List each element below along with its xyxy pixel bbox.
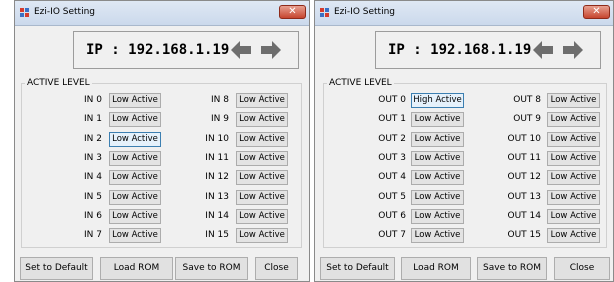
channel-label: IN 2 bbox=[84, 133, 102, 144]
group-label: ACTIVE LEVEL bbox=[327, 78, 394, 88]
set-to-default-button[interactable]: Set to Default bbox=[320, 257, 395, 280]
active-level-toggle-button[interactable]: Low Active bbox=[236, 170, 288, 186]
active-level-group: ACTIVE LEVEL IN 0 Low Active IN 1 Low Activ… bbox=[21, 78, 302, 248]
active-level-toggle-button[interactable]: Low Active bbox=[109, 131, 161, 147]
channel-label: OUT 4 bbox=[378, 172, 406, 183]
active-level-toggle-button[interactable]: Low Active bbox=[411, 131, 464, 147]
close-button[interactable]: Close bbox=[255, 257, 298, 280]
active-level-toggle-button[interactable]: Low Active bbox=[236, 208, 288, 224]
active-level-toggle-button[interactable]: Low Active bbox=[109, 93, 161, 108]
active-level-toggle-button[interactable]: Low Active bbox=[547, 131, 600, 147]
channel-label: OUT 14 bbox=[507, 210, 541, 221]
channel-label: IN 0 bbox=[84, 95, 102, 105]
active-level-toggle-button[interactable]: Low Active bbox=[236, 150, 288, 166]
title-bar[interactable]: Ezi-IO Setting ✕ bbox=[15, 1, 309, 26]
channel-label: OUT 15 bbox=[507, 230, 541, 241]
active-level-toggle-button[interactable]: Low Active bbox=[109, 228, 161, 244]
close-button[interactable]: Close bbox=[554, 257, 610, 280]
active-level-toggle-button[interactable]: Low Active bbox=[411, 112, 464, 128]
ezi-io-setting-window-inputs: Ezi-IO Setting ✕ IP : 192.168.1.19 ACTIV… bbox=[14, 0, 310, 282]
ip-address-display: IP : 192.168.1.19 bbox=[388, 42, 532, 58]
active-level-toggle-button[interactable]: Low Active bbox=[411, 208, 464, 224]
channel-label: OUT 0 bbox=[378, 95, 406, 105]
channel-label: OUT 11 bbox=[507, 152, 541, 163]
save-to-rom-button[interactable]: Save to ROM bbox=[477, 257, 547, 280]
channel-label: OUT 13 bbox=[507, 191, 541, 202]
load-rom-button[interactable]: Load ROM bbox=[100, 257, 173, 280]
channel-label: IN 10 bbox=[205, 133, 229, 144]
active-level-toggle-button[interactable]: Low Active bbox=[411, 228, 464, 244]
set-to-default-button[interactable]: Set to Default bbox=[20, 257, 93, 280]
active-level-toggle-button[interactable]: Low Active bbox=[547, 93, 600, 108]
channel-label: IN 14 bbox=[205, 210, 229, 221]
channel-label: OUT 3 bbox=[378, 152, 406, 163]
active-level-toggle-button[interactable]: Low Active bbox=[411, 170, 464, 186]
ip-panel: IP : 192.168.1.19 bbox=[73, 31, 299, 69]
close-icon: ✕ bbox=[288, 6, 297, 17]
app-grid-icon bbox=[20, 8, 30, 18]
active-level-toggle-button[interactable]: Low Active bbox=[236, 228, 288, 244]
active-level-toggle-button[interactable]: Low Active bbox=[411, 150, 464, 166]
channel-label: IN 13 bbox=[205, 191, 229, 202]
channel-label: IN 1 bbox=[84, 114, 102, 125]
active-level-toggle-button[interactable]: Low Active bbox=[547, 170, 600, 186]
channel-label: OUT 1 bbox=[378, 114, 406, 125]
channel-label: IN 9 bbox=[211, 114, 229, 125]
active-level-toggle-button[interactable]: Low Active bbox=[109, 112, 161, 128]
app-grid-icon bbox=[320, 8, 330, 18]
active-level-toggle-button[interactable]: Low Active bbox=[109, 189, 161, 205]
channel-label: IN 6 bbox=[84, 210, 102, 221]
active-level-toggle-button[interactable]: Low Active bbox=[547, 228, 600, 244]
channel-label: IN 15 bbox=[205, 230, 229, 241]
window-close-button[interactable]: ✕ bbox=[279, 5, 306, 19]
arrow-right-icon[interactable] bbox=[260, 40, 282, 60]
active-level-toggle-button[interactable]: Low Active bbox=[547, 208, 600, 224]
channel-label: OUT 5 bbox=[378, 191, 406, 202]
active-level-toggle-button[interactable]: Low Active bbox=[547, 150, 600, 166]
channel-label: OUT 10 bbox=[507, 133, 541, 144]
load-rom-button[interactable]: Load ROM bbox=[401, 257, 471, 280]
channel-label: IN 3 bbox=[84, 152, 102, 163]
active-level-toggle-button[interactable]: Low Active bbox=[109, 170, 161, 186]
active-level-toggle-button[interactable]: Low Active bbox=[109, 208, 161, 224]
channel-label: IN 8 bbox=[211, 95, 229, 105]
channel-label: IN 11 bbox=[205, 152, 229, 163]
channel-label: IN 5 bbox=[84, 191, 102, 202]
arrow-right-icon[interactable] bbox=[562, 40, 584, 60]
window-title: Ezi-IO Setting bbox=[334, 7, 395, 17]
arrow-left-icon[interactable] bbox=[230, 40, 252, 60]
active-level-toggle-button[interactable]: Low Active bbox=[236, 189, 288, 205]
active-level-toggle-button[interactable]: Low Active bbox=[236, 93, 288, 108]
channel-label: OUT 2 bbox=[378, 133, 406, 144]
group-label: ACTIVE LEVEL bbox=[25, 78, 92, 88]
window-close-button[interactable]: ✕ bbox=[583, 5, 610, 19]
ip-panel: IP : 192.168.1.19 bbox=[375, 31, 601, 69]
close-icon: ✕ bbox=[592, 6, 601, 17]
ezi-io-setting-window-outputs: Ezi-IO Setting ✕ IP : 192.168.1.19 ACTIV… bbox=[314, 0, 614, 282]
channel-label: OUT 6 bbox=[378, 210, 406, 221]
save-to-rom-button[interactable]: Save to ROM bbox=[175, 257, 248, 280]
active-level-group: ACTIVE LEVEL OUT 0 High Active OUT 1 Low Ac… bbox=[323, 78, 607, 248]
active-level-toggle-button[interactable]: Low Active bbox=[547, 112, 600, 128]
window-title: Ezi-IO Setting bbox=[34, 7, 95, 17]
title-bar[interactable]: Ezi-IO Setting ✕ bbox=[315, 1, 613, 26]
active-level-toggle-button[interactable]: High Active bbox=[411, 93, 464, 108]
arrow-left-icon[interactable] bbox=[532, 40, 554, 60]
channel-label: OUT 7 bbox=[378, 230, 406, 241]
channel-label: OUT 9 bbox=[513, 114, 541, 125]
ip-address-display: IP : 192.168.1.19 bbox=[86, 42, 230, 58]
channel-label: IN 4 bbox=[84, 172, 102, 183]
active-level-toggle-button[interactable]: Low Active bbox=[547, 189, 600, 205]
channel-label: IN 12 bbox=[205, 172, 229, 183]
active-level-toggle-button[interactable]: Low Active bbox=[236, 112, 288, 128]
active-level-toggle-button[interactable]: Low Active bbox=[236, 131, 288, 147]
active-level-toggle-button[interactable]: Low Active bbox=[109, 150, 161, 166]
channel-label: OUT 8 bbox=[513, 95, 541, 105]
channel-label: OUT 12 bbox=[507, 172, 541, 183]
active-level-toggle-button[interactable]: Low Active bbox=[411, 189, 464, 205]
channel-label: IN 7 bbox=[84, 230, 102, 241]
